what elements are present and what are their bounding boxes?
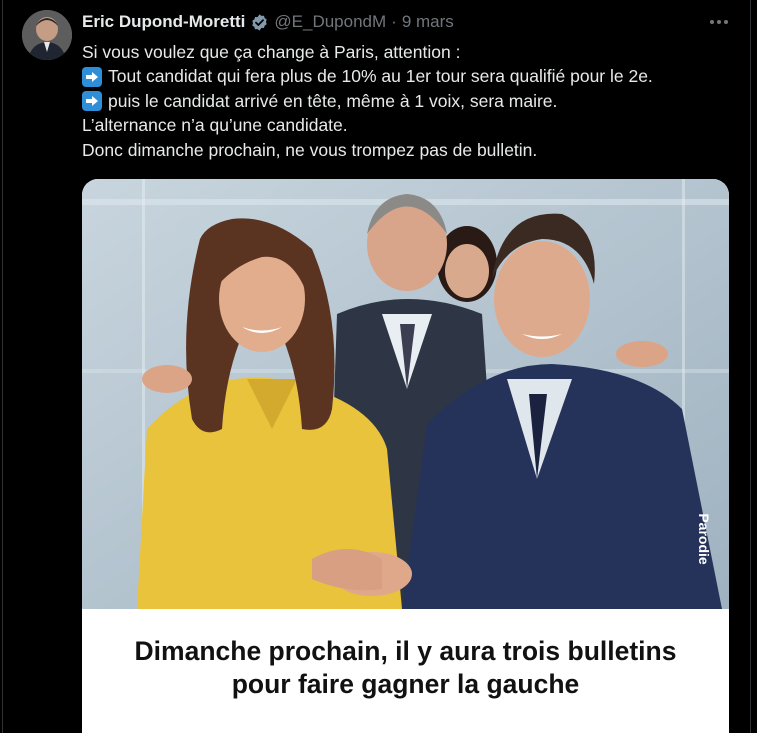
tweet-line-text: puis le candidat arrivé en tête, même à …: [108, 90, 558, 111]
verified-badge-icon[interactable]: [250, 13, 269, 32]
handshake-photo: [82, 179, 729, 609]
tweet-text: Si vous voulez que ça change à Paris, at…: [82, 40, 742, 162]
tweet-timestamp[interactable]: 9 mars: [402, 12, 454, 32]
right-arrow-emoji-icon: [82, 91, 102, 112]
header-separator: ·: [391, 12, 397, 31]
tweet-header: Eric Dupond-Moretti @E_DupondM · 9 mars: [82, 11, 454, 33]
caption-line: Dimanche prochain, il y aura trois bulle…: [134, 636, 677, 666]
tweet-line: L’alternance n’a qu’une candidate.: [82, 115, 348, 136]
more-horizontal-icon: [710, 20, 728, 24]
more-options-button[interactable]: [707, 12, 731, 32]
media-caption: Dimanche prochain, il y aura trois bulle…: [82, 609, 729, 733]
tweet-line: Si vous voulez que ça change à Paris, at…: [82, 42, 461, 62]
timeline-left-border: [2, 0, 3, 733]
tweet-bullet-line: Tout candidat qui fera plus de 10% au 1e…: [82, 64, 742, 88]
timeline-right-border: [750, 0, 751, 733]
parody-watermark: Parodie: [696, 513, 712, 565]
profile-photo: [22, 10, 72, 60]
author-name[interactable]: Eric Dupond-Moretti: [82, 12, 245, 32]
tweet-line-text: Tout candidat qui fera plus de 10% au 1e…: [108, 66, 653, 87]
right-arrow-emoji-icon: [82, 66, 102, 87]
tweet-bullet-line: puis le candidat arrivé en tête, même à …: [82, 89, 742, 113]
tweet-media-image[interactable]: Parodie Dimanche prochain, il y aura tro…: [82, 179, 729, 733]
author-avatar[interactable]: [22, 10, 72, 60]
caption-line: pour faire gagner la gauche: [231, 669, 580, 699]
author-handle[interactable]: @E_DupondM: [274, 12, 386, 32]
tweet-line: Donc dimanche prochain, ne vous trompez …: [82, 139, 538, 160]
